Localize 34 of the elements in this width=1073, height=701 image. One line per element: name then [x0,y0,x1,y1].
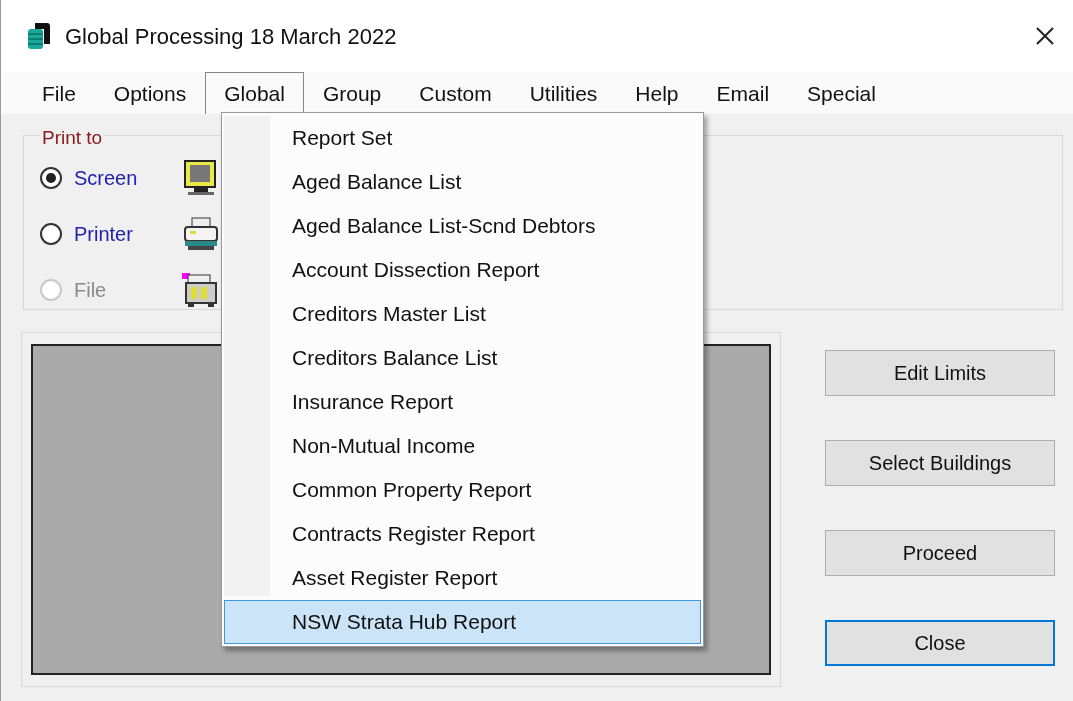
menu-option[interactable]: Aged Balance List-Scnd Debtors [224,204,701,248]
menu-item[interactable]: File [23,72,95,114]
menu-item[interactable]: Special [788,72,895,114]
action-button[interactable]: Select Buildings [825,440,1055,486]
menu-item[interactable]: Group [303,72,401,114]
menu-option[interactable]: NSW Strata Hub Report [224,600,701,644]
radio-label: Screen [74,166,139,191]
menu-option[interactable]: Creditors Master List [224,292,701,336]
menu-option[interactable]: Aged Balance List [224,160,701,204]
action-button[interactable]: Edit Limits [825,350,1055,396]
printer-icon [182,215,220,253]
radio-button[interactable] [40,167,62,189]
menu-option[interactable]: Report Set [224,116,701,160]
action-button[interactable]: Close [825,620,1055,666]
menu-item[interactable]: Options [94,72,206,114]
menu-item[interactable]: Custom [400,72,511,114]
menu-item[interactable]: Email [697,72,789,114]
action-button[interactable]: Proceed [825,530,1055,576]
menu-item[interactable]: Utilities [510,72,617,114]
radio-label: File [74,278,108,303]
app-icon [27,21,51,51]
menu-option[interactable]: Non-Mutual Income [224,424,701,468]
window-title: Global Processing 18 March 2022 [65,22,397,51]
menu-option[interactable]: Asset Register Report [224,556,701,600]
menu-option[interactable]: Common Property Report [224,468,701,512]
menu-item[interactable]: Global [205,72,304,114]
radio-label: Printer [74,222,134,247]
menu-option[interactable]: Insurance Report [224,380,701,424]
cabinet-icon [182,271,220,309]
menu-item[interactable]: Help [616,72,698,114]
menu-option[interactable]: Creditors Balance List [224,336,701,380]
radio-button[interactable] [40,223,62,245]
menu-option[interactable]: Contracts Register Report [224,512,701,556]
menu-option[interactable]: Account Dissection Report [224,248,701,292]
